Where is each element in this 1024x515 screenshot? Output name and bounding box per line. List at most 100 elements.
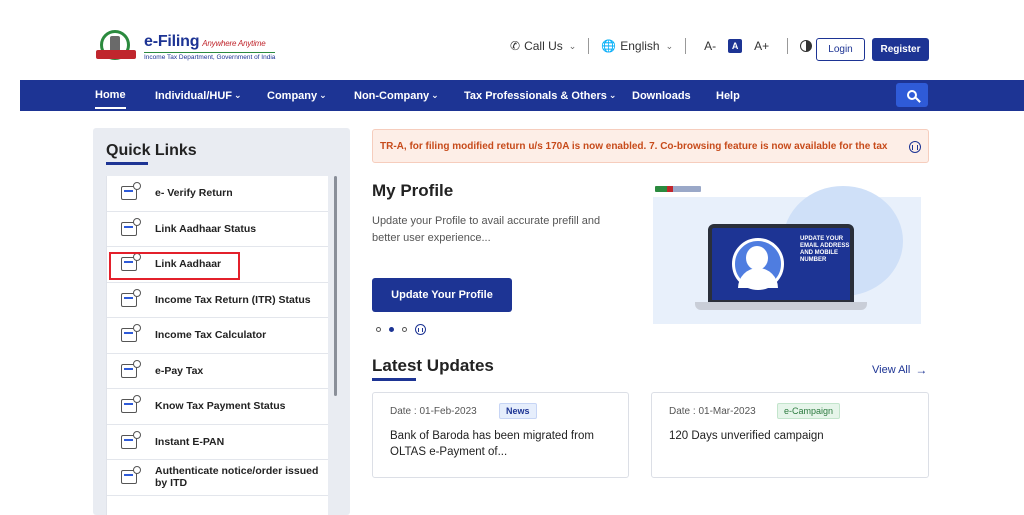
calculator-icon bbox=[121, 324, 141, 343]
title-underline bbox=[106, 162, 148, 165]
pan-card-icon bbox=[121, 430, 141, 449]
language-label: English bbox=[620, 39, 660, 53]
quick-link-link-aadhaar[interactable]: Link Aadhaar bbox=[107, 247, 328, 283]
quick-links-scrollbar[interactable] bbox=[334, 176, 337, 396]
nav-tax-professionals[interactable]: Tax Professionals & Others ⌄ bbox=[464, 80, 616, 111]
call-us-dropdown[interactable]: ✆ Call Us ⌄ bbox=[510, 39, 576, 53]
logo-tagline: Anywhere Anytime bbox=[202, 39, 266, 48]
profile-description: Update your Profile to avail accurate pr… bbox=[372, 215, 601, 244]
language-dropdown[interactable]: 🌐 English ⌄ bbox=[601, 39, 673, 53]
nav-non-company[interactable]: Non-Company ⌄ bbox=[354, 80, 439, 111]
chevron-down-icon: ⌄ bbox=[234, 90, 242, 100]
quick-link-label: e-Pay Tax bbox=[155, 364, 204, 377]
quick-link-link-aadhaar-status[interactable]: Link Aadhaar Status bbox=[107, 212, 328, 247]
site-logo[interactable]: e-Filing Anywhere Anytime Income Tax Depa… bbox=[96, 28, 276, 66]
nav-home[interactable]: Home bbox=[95, 82, 126, 109]
quick-link-know-tax-payment-status[interactable]: Know Tax Payment Status bbox=[107, 389, 328, 425]
emblem-icon bbox=[96, 28, 136, 66]
search-button[interactable] bbox=[896, 83, 928, 107]
quick-link-label: Link Aadhaar Status bbox=[155, 222, 257, 235]
nav-label: Home bbox=[95, 88, 126, 101]
view-all-label: View All bbox=[872, 364, 911, 376]
chevron-down-icon: ⌄ bbox=[319, 90, 327, 100]
authenticate-icon bbox=[121, 466, 141, 485]
globe-icon: 🌐 bbox=[601, 39, 617, 53]
update-text: 120 Days unverified campaign bbox=[669, 430, 824, 442]
verify-return-icon bbox=[121, 182, 141, 201]
nav-help[interactable]: Help bbox=[716, 80, 740, 111]
update-text: Bank of Baroda has been migrated from OL… bbox=[390, 430, 594, 458]
nav-downloads[interactable]: Downloads bbox=[632, 80, 691, 111]
chevron-down-icon: ⌄ bbox=[665, 40, 674, 51]
arrow-right-icon: → bbox=[915, 363, 928, 377]
payment-status-icon bbox=[121, 395, 141, 414]
quick-link-e-verify-return[interactable]: e- Verify Return bbox=[107, 176, 328, 212]
news-badge: News bbox=[499, 403, 537, 419]
title-underline bbox=[372, 378, 416, 381]
contrast-icon[interactable] bbox=[800, 40, 813, 52]
logo-title: e-Filing bbox=[144, 33, 200, 50]
pause-icon[interactable] bbox=[909, 141, 921, 153]
quick-link-label: Authenticate notice/order issued by ITD bbox=[155, 465, 319, 490]
quick-link-itr-status[interactable]: Income Tax Return (ITR) Status bbox=[107, 283, 328, 318]
e-pay-icon bbox=[121, 359, 141, 378]
quick-link-label: e- Verify Return bbox=[155, 187, 233, 200]
update-profile-button[interactable]: Update Your Profile bbox=[372, 278, 512, 312]
search-icon bbox=[907, 90, 917, 100]
main-nav: Home Individual/HUF ⌄ Company ⌄ Non-Compan… bbox=[20, 80, 1024, 111]
update-card[interactable]: Date : 01-Mar-2023 e-Campaign 120 Days u… bbox=[651, 392, 929, 478]
quick-link-label: Income Tax Calculator bbox=[155, 329, 267, 342]
nav-company[interactable]: Company ⌄ bbox=[267, 80, 327, 111]
quick-links-title: Quick Links bbox=[106, 142, 197, 159]
font-increase-button[interactable]: A+ bbox=[754, 39, 769, 53]
logo-subtitle: Income Tax Department, Government of Ind… bbox=[144, 52, 276, 61]
divider bbox=[588, 38, 590, 54]
carousel-dots bbox=[376, 324, 426, 335]
campaign-badge: e-Campaign bbox=[777, 403, 841, 419]
quick-links-panel: Quick Links e- Verify Return Link Aadhaa… bbox=[93, 128, 350, 515]
divider bbox=[685, 38, 687, 54]
chevron-down-icon: ⌄ bbox=[568, 40, 577, 51]
nav-label: Company bbox=[267, 89, 318, 102]
nav-label: Tax Professionals & Others bbox=[464, 89, 607, 102]
divider bbox=[787, 38, 789, 54]
header: e-Filing Anywhere Anytime Income Tax Depa… bbox=[0, 0, 1024, 80]
announcement-ticker: TR-A, for filing modified return u/s 170… bbox=[372, 129, 929, 163]
quick-link-instant-e-pan[interactable]: Instant E-PAN bbox=[107, 425, 328, 460]
carousel-dot-active[interactable] bbox=[389, 327, 394, 332]
aadhaar-card-icon bbox=[121, 217, 141, 236]
chevron-down-icon: ⌄ bbox=[608, 90, 617, 100]
update-date: Date : 01-Feb-2023 bbox=[390, 406, 477, 417]
carousel-dot[interactable] bbox=[376, 327, 381, 332]
ticker-text: TR-A, for filing modified return u/s 170… bbox=[380, 141, 888, 152]
font-decrease-button[interactable]: A- bbox=[704, 39, 716, 53]
banner-text: UPDATE YOUR EMAIL ADDRESS AND MOBILE NUM… bbox=[800, 236, 850, 263]
quick-link-label: Know Tax Payment Status bbox=[155, 400, 286, 413]
carousel-pause-icon[interactable] bbox=[415, 324, 426, 335]
nav-label: Non-Company bbox=[354, 89, 430, 102]
nav-individual-huf[interactable]: Individual/HUF ⌄ bbox=[155, 80, 242, 111]
latest-updates-title: Latest Updates bbox=[372, 356, 494, 375]
laptop-illustration: UPDATE YOUR EMAIL ADDRESS AND MOBILE NUM… bbox=[708, 224, 854, 304]
quick-link-label: Link Aadhaar bbox=[155, 258, 222, 271]
quick-link-income-tax-calculator[interactable]: Income Tax Calculator bbox=[107, 318, 328, 354]
itr-status-icon bbox=[121, 288, 141, 307]
login-button[interactable]: Login bbox=[816, 38, 865, 61]
register-button[interactable]: Register bbox=[872, 38, 929, 61]
profile-banner-image: UPDATE YOUR EMAIL ADDRESS AND MOBILE NUM… bbox=[653, 184, 921, 324]
nav-label: Individual/HUF bbox=[155, 89, 232, 102]
quick-link-authenticate-notice[interactable]: Authenticate notice/order issued by ITD bbox=[107, 460, 328, 496]
nav-label: Help bbox=[716, 89, 740, 102]
phone-icon: ✆ bbox=[510, 39, 521, 53]
aadhaar-card-icon bbox=[121, 253, 141, 272]
quick-link-e-pay-tax[interactable]: e-Pay Tax bbox=[107, 354, 328, 389]
update-card[interactable]: Date : 01-Feb-2023 News Bank of Baroda h… bbox=[372, 392, 629, 478]
chevron-down-icon: ⌄ bbox=[431, 90, 439, 100]
font-normal-button[interactable]: A bbox=[728, 39, 743, 53]
carousel-dot[interactable] bbox=[402, 327, 407, 332]
banner-logo-icon bbox=[655, 186, 701, 192]
quick-links-list[interactable]: e- Verify Return Link Aadhaar Status Lin… bbox=[106, 176, 328, 515]
profile-title: My Profile bbox=[372, 181, 454, 200]
quick-link-label: Income Tax Return (ITR) Status bbox=[155, 293, 311, 306]
view-all-link[interactable]: View All → bbox=[872, 363, 927, 377]
